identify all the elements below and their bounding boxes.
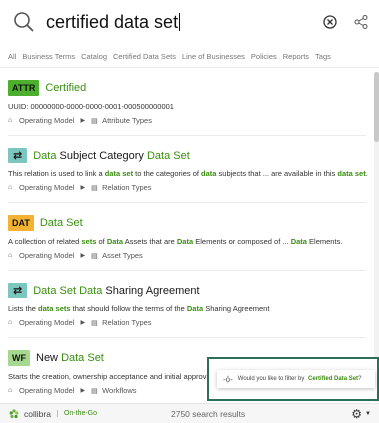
lightbulb-icon: -ọ́- bbox=[223, 374, 233, 384]
scrollbar-thumb[interactable] bbox=[374, 72, 379, 142]
relation-icon: ⇄ bbox=[8, 283, 28, 298]
result-description: A collection of related sets of Data Ass… bbox=[8, 237, 343, 246]
settings-button[interactable]: ⚙ ▼ bbox=[351, 407, 371, 421]
domain-label: Attribute Types bbox=[102, 116, 152, 125]
domain-label: Relation Types bbox=[102, 318, 152, 327]
filter-tabs: All Business Terms Catalog Certified Dat… bbox=[0, 46, 379, 68]
domain-icon: ▤ bbox=[91, 387, 98, 395]
suggestion-link[interactable]: Certified Data Set bbox=[308, 376, 358, 382]
domain-label: Asset Types bbox=[102, 251, 143, 260]
tab-all[interactable]: All bbox=[8, 52, 16, 61]
community-icon: ⌂ bbox=[8, 252, 13, 259]
community-label: Operating Model bbox=[19, 386, 75, 395]
search-input[interactable]: certified data set bbox=[46, 12, 321, 33]
chevron-right-icon: ▶ bbox=[80, 185, 86, 191]
result-description: This relation is used to link a data set… bbox=[8, 169, 368, 178]
result-meta: ⌂ Operating Model ▶ ▤ Attribute Types bbox=[8, 116, 366, 125]
domain-icon: ▤ bbox=[91, 184, 98, 192]
footer-bar: collibra On-the-Go 2750 search results ⚙… bbox=[0, 403, 379, 423]
domain-icon: ▤ bbox=[91, 252, 98, 260]
community-icon: ⌂ bbox=[8, 184, 13, 191]
type-badge: WF bbox=[8, 350, 30, 366]
collibra-logo-icon bbox=[9, 408, 19, 418]
result-title[interactable]: Data Subject Category Data Set bbox=[33, 150, 190, 162]
result-meta: ⌂ Operating Model ▶ ▤ Relation Types bbox=[8, 318, 366, 327]
results-list: ATTR Certified UUID: 00000000-0000-0000-… bbox=[0, 72, 374, 402]
results-count: 2750 search results bbox=[171, 409, 246, 419]
suggestion-suffix: ? bbox=[358, 376, 362, 382]
chevron-right-icon: ▶ bbox=[80, 320, 86, 326]
brand-name: collibra bbox=[24, 408, 51, 419]
community-label: Operating Model bbox=[19, 183, 75, 192]
result-item[interactable]: DAT Data Set A collection of related set… bbox=[0, 203, 374, 271]
result-title[interactable]: Data Set bbox=[40, 217, 83, 229]
tab-reports[interactable]: Reports bbox=[283, 52, 309, 61]
share-icon[interactable] bbox=[353, 14, 369, 30]
community-icon: ⌂ bbox=[8, 117, 13, 124]
domain-icon: ▤ bbox=[91, 319, 98, 327]
community-icon: ⌂ bbox=[8, 387, 13, 394]
filter-suggestion[interactable]: -ọ́- Would you like to filter by Certifi… bbox=[217, 370, 375, 388]
mode-label: On-the-Go bbox=[56, 410, 97, 417]
clear-search-icon[interactable] bbox=[321, 13, 339, 31]
result-item[interactable]: ATTR Certified UUID: 00000000-0000-0000-… bbox=[0, 72, 374, 136]
result-title[interactable]: Data Set Data Sharing Agreement bbox=[33, 285, 199, 297]
chevron-down-icon: ▼ bbox=[365, 411, 371, 417]
search-bar: certified data set bbox=[0, 0, 379, 44]
tab-business-terms[interactable]: Business Terms bbox=[22, 52, 75, 61]
result-title[interactable]: New Data Set bbox=[36, 352, 104, 364]
search-icon[interactable] bbox=[12, 10, 36, 34]
tab-line-of-businesses[interactable]: Line of Businesses bbox=[182, 52, 245, 61]
result-item[interactable]: ⇄ Data Set Data Sharing Agreement Lists … bbox=[0, 271, 374, 338]
chevron-right-icon: ▶ bbox=[80, 388, 86, 394]
chevron-right-icon: ▶ bbox=[80, 253, 86, 259]
relation-icon: ⇄ bbox=[8, 148, 28, 163]
community-label: Operating Model bbox=[19, 116, 75, 125]
result-uuid: UUID: 00000000-0000-0000-0001-0005000000… bbox=[8, 102, 174, 111]
result-title[interactable]: Certified bbox=[45, 82, 86, 94]
tab-policies[interactable]: Policies bbox=[251, 52, 277, 61]
domain-icon: ▤ bbox=[91, 117, 98, 125]
domain-label: Workflows bbox=[102, 386, 137, 395]
chevron-right-icon: ▶ bbox=[80, 118, 86, 124]
gear-icon: ⚙ bbox=[351, 407, 363, 421]
community-label: Operating Model bbox=[19, 318, 75, 327]
result-item[interactable]: ⇄ Data Subject Category Data Set This re… bbox=[0, 136, 374, 203]
type-badge: ATTR bbox=[8, 80, 40, 96]
tab-certified-data-sets[interactable]: Certified Data Sets bbox=[113, 52, 176, 61]
result-meta: ⌂ Operating Model ▶ ▤ Asset Types bbox=[8, 251, 366, 260]
suggestion-text: Would you like to filter by bbox=[237, 376, 305, 382]
result-description: Lists the data sets that should follow t… bbox=[8, 304, 270, 313]
community-icon: ⌂ bbox=[8, 319, 13, 326]
collibra-logo: collibra bbox=[8, 408, 51, 420]
text-caret bbox=[179, 12, 181, 31]
type-badge: DAT bbox=[8, 215, 34, 231]
domain-label: Relation Types bbox=[102, 183, 152, 192]
filter-suggestion-panel: -ọ́- Would you like to filter by Certifi… bbox=[207, 357, 379, 401]
tab-catalog[interactable]: Catalog bbox=[81, 52, 107, 61]
community-label: Operating Model bbox=[19, 251, 75, 260]
result-meta: ⌂ Operating Model ▶ ▤ Relation Types bbox=[8, 183, 366, 192]
tab-tags[interactable]: Tags bbox=[315, 52, 331, 61]
